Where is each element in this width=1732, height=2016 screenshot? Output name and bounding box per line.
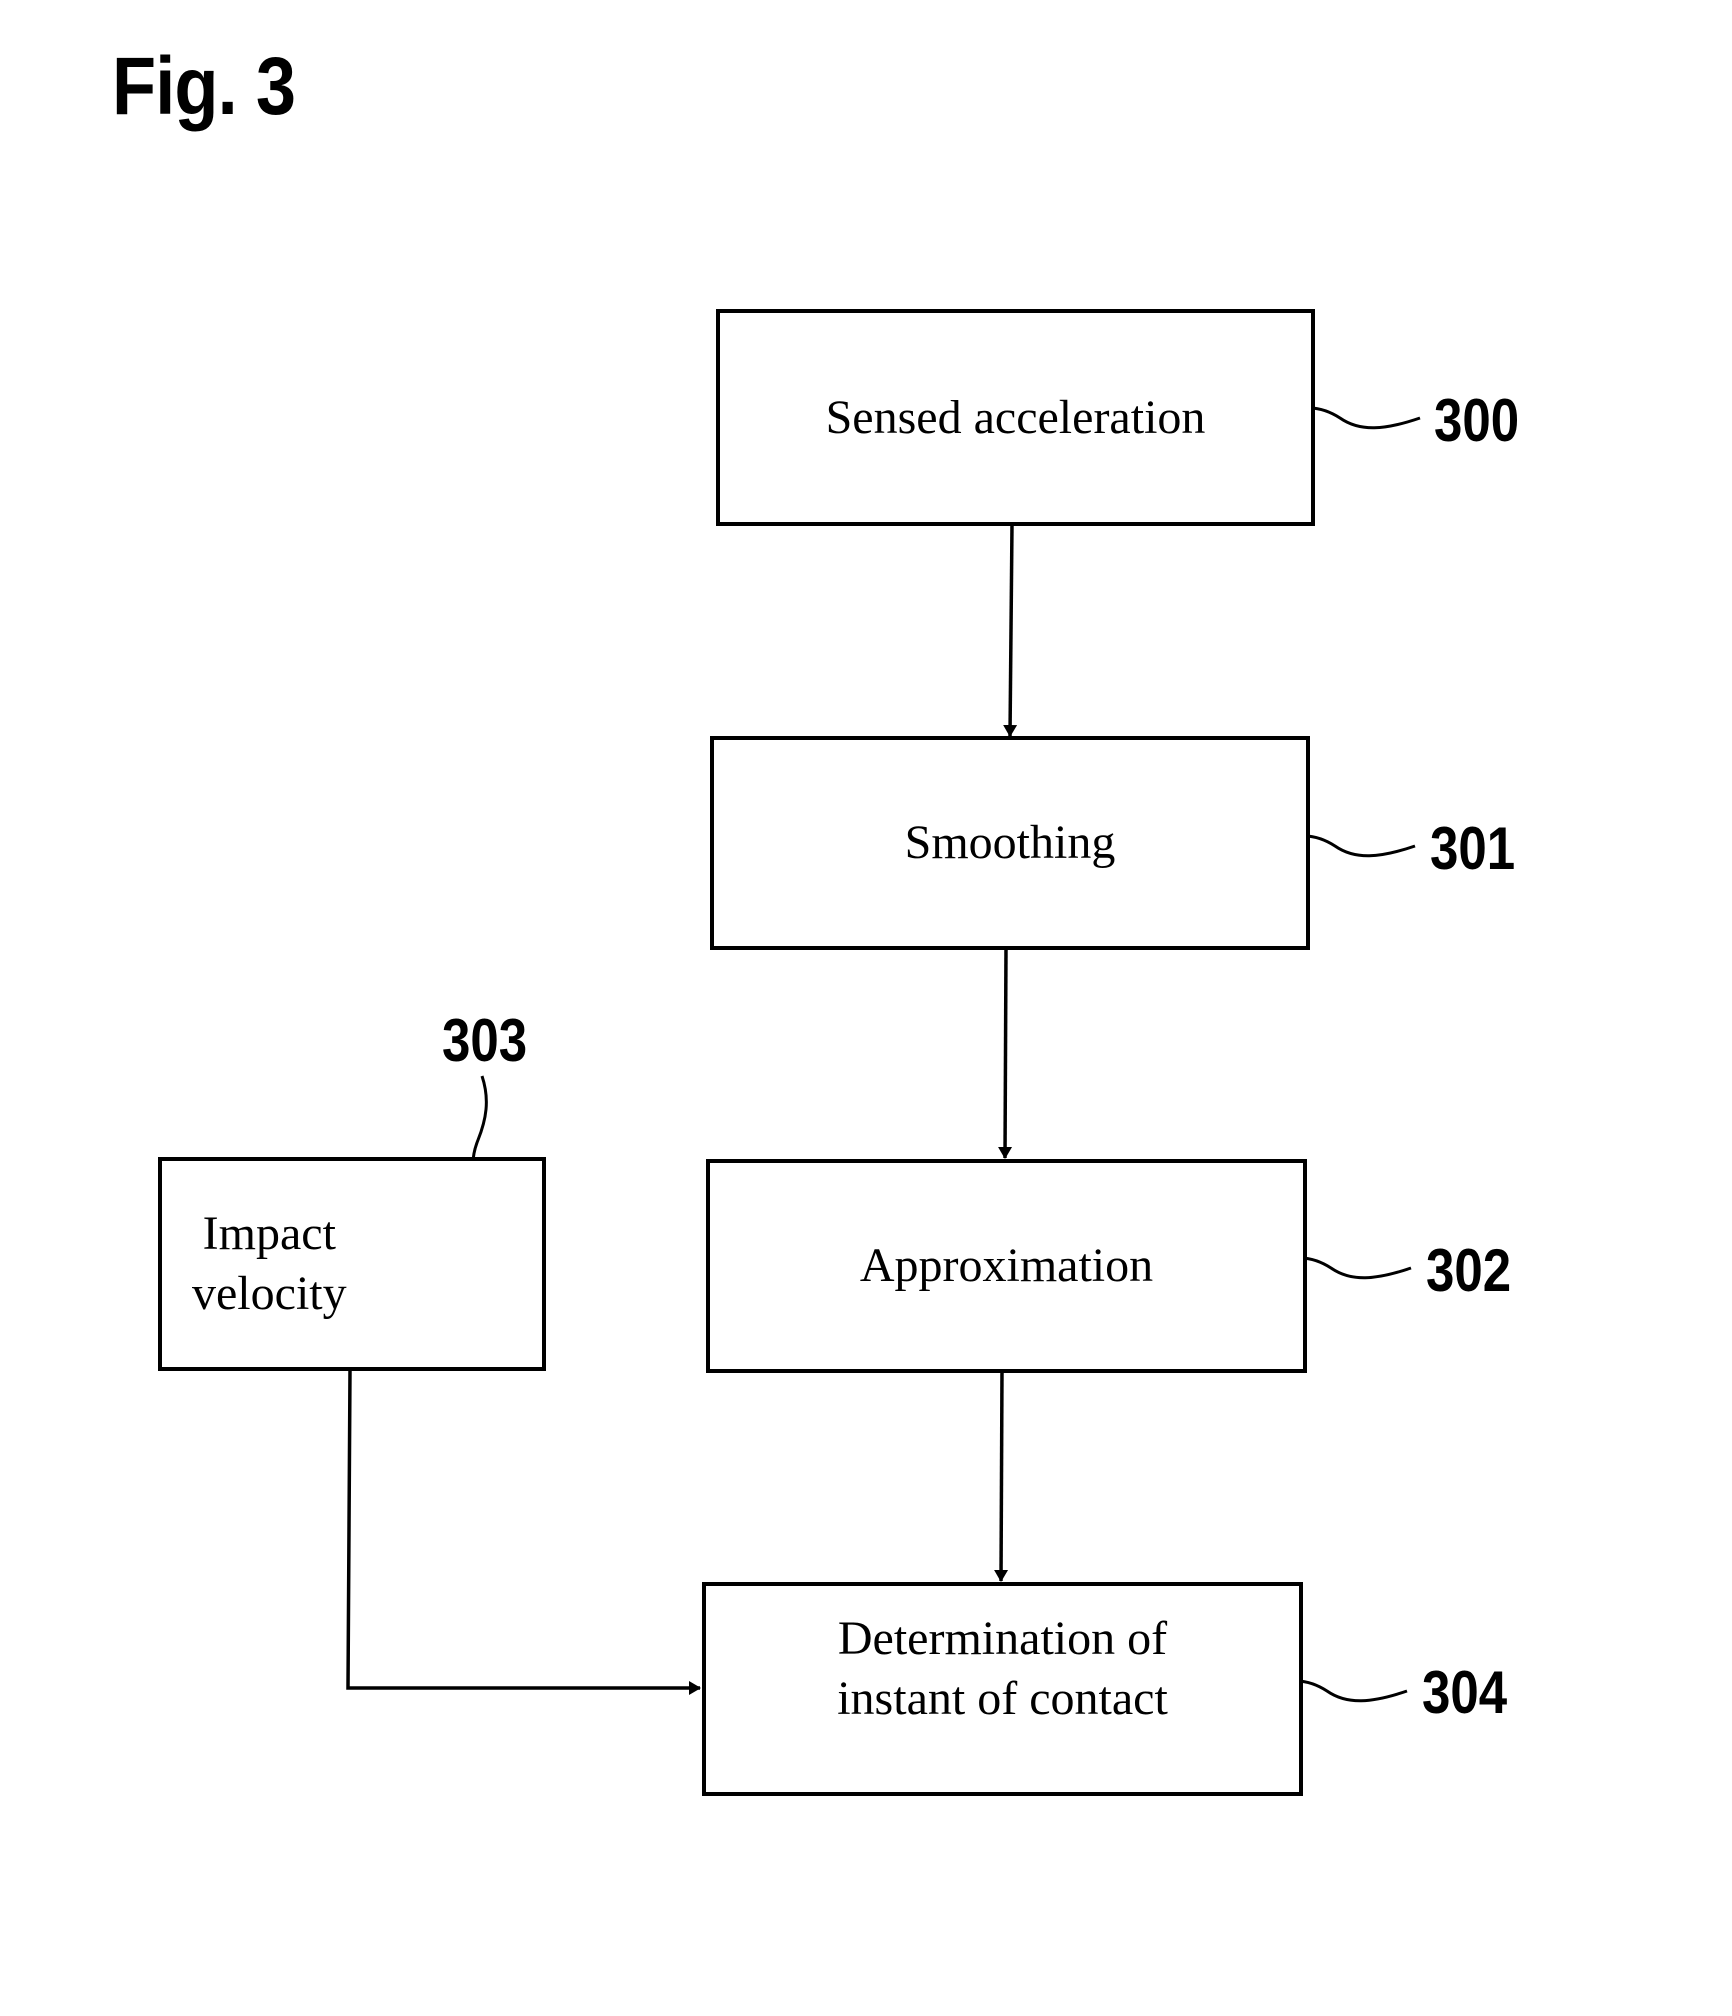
ref-number-304: 304: [1422, 1659, 1508, 1726]
block-label-line: velocity: [192, 1267, 347, 1320]
edge-300-301: [1003, 524, 1018, 737]
ref-number-301: 301: [1430, 815, 1516, 882]
block-label-line: Determination of: [837, 1612, 1168, 1665]
ref-number-303: 303: [442, 1007, 528, 1074]
block-300-sensed-acceleration: Sensed acceleration: [716, 309, 1315, 526]
block-label: Smoothing: [904, 816, 1116, 869]
edge-301-302: [998, 947, 1013, 1159]
block-303-impact-velocity: Impact velocity: [158, 1157, 546, 1371]
edge-303-304: [346, 1369, 701, 1695]
block-label: Approximation: [859, 1239, 1154, 1292]
ref-number-302: 302: [1426, 1237, 1512, 1304]
edge-302-304: [994, 1370, 1009, 1582]
ref-number-300: 300: [1434, 387, 1520, 454]
block-302-approximation: Approximation: [706, 1159, 1307, 1373]
block-label-line: Impact: [202, 1207, 336, 1260]
block-301-smoothing: Smoothing: [710, 736, 1310, 950]
block-label-line: instant of contact: [837, 1672, 1168, 1725]
block-label: Sensed acceleration: [825, 390, 1206, 444]
block-304-determination-of-instant-of-contact: Determination of instant of contact: [702, 1582, 1303, 1796]
